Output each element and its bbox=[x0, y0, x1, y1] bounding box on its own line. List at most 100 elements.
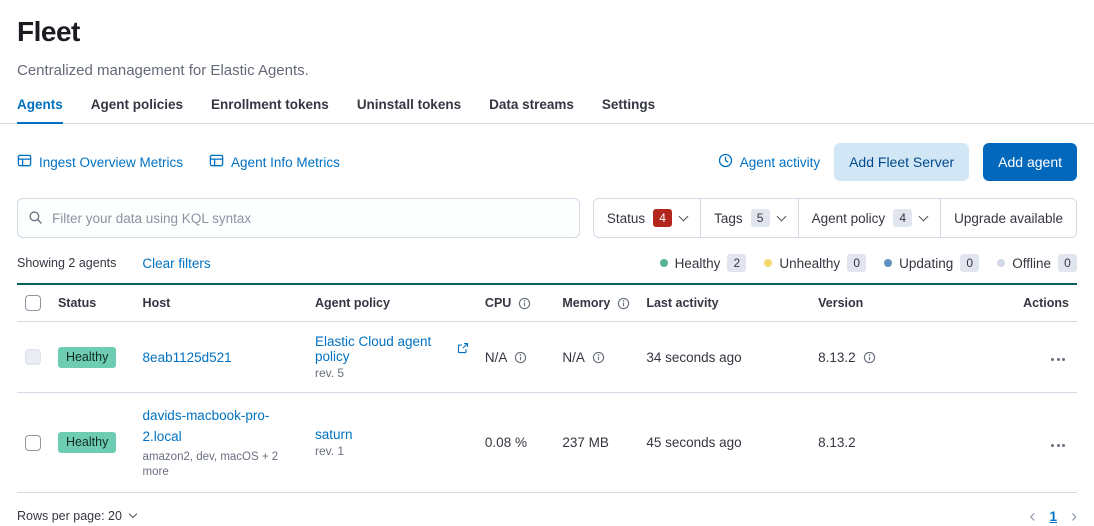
column-header-cpu[interactable]: CPU bbox=[477, 284, 554, 322]
tab-agents[interactable]: Agents bbox=[17, 93, 63, 123]
status-cell: Healthy bbox=[50, 393, 135, 493]
agent-filter-group: Status 4 Tags 5 Agent policy 4 Upgrade a… bbox=[593, 198, 1077, 238]
row-checkbox bbox=[25, 349, 41, 365]
host-link[interactable]: 8eab1125d521 bbox=[143, 347, 232, 368]
host-tags-text: amazon2, dev, macOS + 2 more bbox=[143, 450, 288, 480]
tab-uninstall-tokens[interactable]: Uninstall tokens bbox=[357, 93, 461, 123]
info-icon[interactable] bbox=[617, 297, 630, 310]
agent-policy-link[interactable]: Elastic Cloud agent policy bbox=[315, 334, 452, 364]
column-header-last-activity[interactable]: Last activity bbox=[638, 284, 810, 322]
column-header-memory[interactable]: Memory bbox=[554, 284, 638, 322]
agent-info-metrics-link[interactable]: Agent Info Metrics bbox=[209, 153, 340, 171]
legend-healthy-label: Healthy bbox=[675, 256, 721, 271]
info-icon[interactable] bbox=[518, 297, 531, 310]
policy-revision: rev. 5 bbox=[315, 366, 469, 380]
rows-per-page-label: Rows per page: 20 bbox=[17, 509, 122, 523]
toolbar-actions: Agent activity Add Fleet Server Add agen… bbox=[718, 143, 1077, 181]
rows-per-page-selector[interactable]: Rows per page: 20 bbox=[17, 509, 136, 523]
memory-cell: N/A bbox=[554, 322, 638, 393]
fleet-page: Fleet Centralized management for Elastic… bbox=[0, 0, 1094, 525]
unhealthy-dot-icon bbox=[764, 259, 772, 267]
agent-policy-filter-count-badge: 4 bbox=[893, 209, 912, 227]
agent-policy-cell: saturn rev. 1 bbox=[307, 393, 477, 493]
status-filter-label: Status bbox=[607, 211, 645, 226]
cpu-value: N/A bbox=[485, 350, 508, 365]
memory-header-label: Memory bbox=[562, 296, 610, 310]
column-header-host[interactable]: Host bbox=[135, 284, 307, 322]
ingest-overview-metrics-link[interactable]: Ingest Overview Metrics bbox=[17, 153, 183, 171]
toolbar-metrics-links: Ingest Overview Metrics Agent Info Metri… bbox=[17, 153, 340, 171]
page-subtitle: Centralized management for Elastic Agent… bbox=[17, 60, 1077, 81]
select-all-header bbox=[17, 284, 50, 322]
tags-filter-count-badge: 5 bbox=[751, 209, 770, 227]
row-checkbox[interactable] bbox=[25, 435, 41, 451]
legend-item-updating[interactable]: Updating 0 bbox=[884, 254, 979, 272]
search-icon bbox=[28, 210, 43, 228]
legend-healthy-count: 2 bbox=[727, 254, 746, 272]
column-header-version[interactable]: Version bbox=[810, 284, 1015, 322]
tab-agent-policies[interactable]: Agent policies bbox=[91, 93, 183, 123]
agent-policy-filter-label: Agent policy bbox=[812, 211, 886, 226]
info-icon[interactable] bbox=[514, 351, 527, 364]
status-filter-count-badge: 4 bbox=[653, 209, 672, 227]
version-value: 8.13.2 bbox=[818, 350, 856, 365]
kql-search-input[interactable] bbox=[17, 198, 580, 238]
host-cell: 8eab1125d521 bbox=[135, 322, 307, 393]
row-actions-button[interactable] bbox=[1047, 354, 1069, 365]
legend-offline-label: Offline bbox=[1012, 256, 1051, 271]
select-all-checkbox[interactable] bbox=[25, 295, 41, 311]
table-chart-icon bbox=[209, 153, 224, 171]
column-header-agent-policy[interactable]: Agent policy bbox=[307, 284, 477, 322]
legend-unhealthy-count: 0 bbox=[847, 254, 866, 272]
info-icon[interactable] bbox=[592, 351, 605, 364]
clear-filters-link[interactable]: Clear filters bbox=[142, 256, 210, 271]
agent-policy-link[interactable]: saturn bbox=[315, 427, 353, 442]
column-header-status[interactable]: Status bbox=[50, 284, 135, 322]
upgrade-available-filter-button[interactable]: Upgrade available bbox=[940, 199, 1076, 237]
next-page-button[interactable]: › bbox=[1071, 507, 1077, 525]
legend-item-offline[interactable]: Offline 0 bbox=[997, 254, 1077, 272]
status-badge: Healthy bbox=[58, 432, 116, 453]
row-actions-button[interactable] bbox=[1047, 440, 1069, 451]
ingest-overview-metrics-label: Ingest Overview Metrics bbox=[39, 155, 183, 170]
agents-toolbar: Ingest Overview Metrics Agent Info Metri… bbox=[0, 124, 1094, 181]
legend-item-healthy[interactable]: Healthy 2 bbox=[660, 254, 747, 272]
legend-unhealthy-label: Unhealthy bbox=[779, 256, 840, 271]
tab-data-streams[interactable]: Data streams bbox=[489, 93, 574, 123]
agent-activity-link[interactable]: Agent activity bbox=[718, 153, 820, 171]
chevron-down-icon bbox=[679, 211, 689, 221]
status-badge: Healthy bbox=[58, 347, 116, 368]
add-agent-button[interactable]: Add agent bbox=[983, 143, 1077, 181]
table-chart-icon bbox=[17, 153, 32, 171]
tags-filter-label: Tags bbox=[714, 211, 743, 226]
tab-enrollment-tokens[interactable]: Enrollment tokens bbox=[211, 93, 329, 123]
clock-icon bbox=[718, 153, 733, 171]
actions-cell bbox=[1015, 393, 1077, 493]
search-and-filters-row: Status 4 Tags 5 Agent policy 4 Upgrade a… bbox=[0, 181, 1094, 238]
add-fleet-server-button[interactable]: Add Fleet Server bbox=[834, 143, 969, 181]
table-footer: Rows per page: 20 ‹ 1 › bbox=[17, 507, 1077, 525]
last-activity-cell: 34 seconds ago bbox=[638, 322, 810, 393]
row-select-cell bbox=[17, 393, 50, 493]
tags-filter-button[interactable]: Tags 5 bbox=[700, 199, 798, 237]
legend-offline-count: 0 bbox=[1058, 254, 1077, 272]
healthy-dot-icon bbox=[660, 259, 668, 267]
column-header-actions: Actions bbox=[1015, 284, 1077, 322]
legend-item-unhealthy[interactable]: Unhealthy 0 bbox=[764, 254, 866, 272]
host-link[interactable]: davids-macbook-pro-2.local bbox=[143, 405, 278, 447]
cpu-cell: 0.08 % bbox=[477, 393, 554, 493]
kql-search-box bbox=[17, 198, 580, 238]
page-header: Fleet Centralized management for Elastic… bbox=[0, 0, 1094, 81]
agents-table: Status Host Agent policy CPU Memory bbox=[17, 283, 1077, 493]
showing-count-text: Showing 2 agents bbox=[17, 256, 116, 270]
agent-info-metrics-label: Agent Info Metrics bbox=[231, 155, 340, 170]
chevron-down-icon bbox=[919, 211, 929, 221]
status-filter-button[interactable]: Status 4 bbox=[594, 199, 700, 237]
info-icon[interactable] bbox=[863, 351, 876, 364]
legend-updating-count: 0 bbox=[960, 254, 979, 272]
previous-page-button[interactable]: ‹ bbox=[1029, 507, 1035, 525]
agent-policy-filter-button[interactable]: Agent policy 4 bbox=[798, 199, 941, 237]
page-number-1[interactable]: 1 bbox=[1049, 509, 1057, 524]
tab-settings[interactable]: Settings bbox=[602, 93, 655, 123]
table-header-row: Status Host Agent policy CPU Memory bbox=[17, 284, 1077, 322]
